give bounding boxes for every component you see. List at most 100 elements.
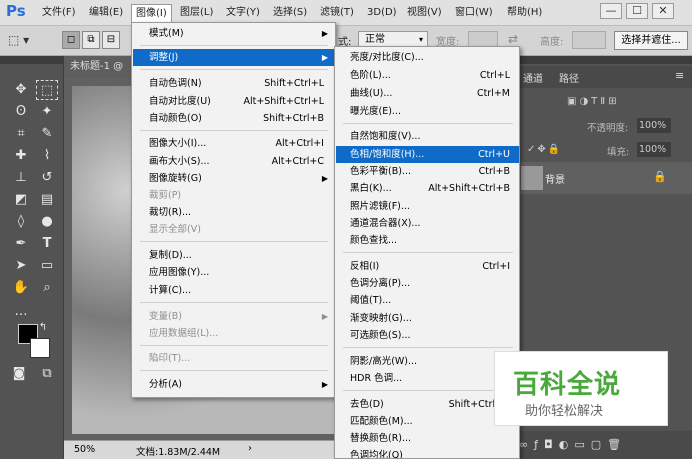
menu-edit[interactable]: 编辑(E) — [85, 4, 127, 22]
crop-tool-icon[interactable]: ⌗ — [10, 124, 32, 144]
height-field[interactable] — [572, 31, 606, 49]
lasso-tool-icon[interactable]: ʘ — [10, 102, 32, 122]
type-tool-icon[interactable]: T — [36, 234, 58, 254]
menu-select[interactable]: 选择(S) — [269, 4, 311, 22]
menu-item-hdr-toning[interactable]: HDR 色调... — [336, 370, 519, 387]
new-selection-icon[interactable]: ◻ — [62, 31, 80, 49]
menu-item-match-color[interactable]: 匹配颜色(M)... — [336, 413, 519, 430]
menu-3d[interactable]: 3D(D) — [363, 4, 401, 22]
menu-item-label: 自动色调(N) — [149, 78, 202, 89]
menu-item-exposure[interactable]: 曝光度(E)... — [336, 103, 519, 120]
eraser-tool-icon[interactable]: ◩ — [10, 190, 32, 210]
menu-help[interactable]: 帮助(H) — [503, 4, 546, 22]
menu-item-levels[interactable]: 色阶(L)... Ctrl+L — [336, 67, 519, 84]
menu-item-gradient-map[interactable]: 渐变映射(G)... — [336, 310, 519, 327]
close-button[interactable]: ✕ — [652, 3, 674, 19]
menu-item-curves[interactable]: 曲线(U)... Ctrl+M — [336, 85, 519, 102]
menu-item-image-size[interactable]: 图像大小(I)... Alt+Ctrl+I — [133, 135, 334, 152]
gradient-tool-icon[interactable]: ▤ — [36, 190, 58, 210]
menu-item-invert[interactable]: 反相(I) Ctrl+I — [336, 258, 519, 275]
menu-item-equalize[interactable]: 色调均化(Q) — [336, 447, 519, 458]
swap-icon[interactable]: ⇄ — [508, 32, 518, 46]
panel-grip[interactable] — [515, 56, 692, 64]
marquee-tool-icon[interactable]: ⬚ — [36, 80, 58, 100]
tab-channels[interactable]: 通道 — [523, 70, 543, 85]
menu-file[interactable]: 文件(F) — [38, 4, 80, 22]
marquee-tool-preset-icon[interactable]: ⬚ ▾ — [8, 31, 48, 49]
fill-field[interactable]: 100% — [637, 142, 671, 157]
menu-item-hue-saturation[interactable]: 色相/饱和度(H)... Ctrl+U — [336, 146, 519, 163]
zoom-level[interactable]: 50% — [74, 444, 95, 455]
menu-image[interactable]: 图像(I) — [131, 4, 172, 22]
layer-actions-icons[interactable]: ∞ƒ◘◐▭▢🗑 — [519, 438, 627, 451]
menu-item-vibrance[interactable]: 自然饱和度(V)... — [336, 128, 519, 145]
menu-item-desaturate[interactable]: 去色(D) Shift+Ctrl+U — [336, 396, 519, 413]
background-color-swatch[interactable] — [30, 338, 50, 358]
panel-menu-icon[interactable]: ≡ — [675, 69, 684, 82]
menu-item-mode[interactable]: 模式(M) ▶ — [133, 25, 334, 42]
menu-item-label: 计算(C)... — [149, 285, 192, 296]
lock-icons[interactable]: ✓✥🔒 — [527, 144, 562, 155]
menu-item-photo-filter[interactable]: 照片滤镜(F)... — [336, 198, 519, 215]
menu-item-channel-mixer[interactable]: 通道混合器(X)... — [336, 215, 519, 232]
more-tools-icon[interactable]: … — [10, 302, 32, 322]
menu-item-auto-contrast[interactable]: 自动对比度(U) Alt+Shift+Ctrl+L — [133, 93, 334, 110]
menu-item-posterize[interactable]: 色调分离(P)... — [336, 275, 519, 292]
hand-tool-icon[interactable]: ✋ — [10, 278, 32, 298]
height-label: 高度: — [540, 37, 564, 48]
layer-filter-icons[interactable]: ▣◑TⅡ⊞ — [567, 96, 687, 112]
subtract-selection-icon[interactable]: ⊟ — [102, 31, 120, 49]
menu-item-color-lookup[interactable]: 颜色查找... — [336, 232, 519, 249]
zoom-tool-icon[interactable]: ⌕ — [36, 278, 58, 298]
quick-mask-icon[interactable]: ◙ — [8, 364, 30, 384]
menu-window[interactable]: 窗口(W) — [451, 4, 497, 22]
menu-item-auto-color[interactable]: 自动颜色(O) Shift+Ctrl+B — [133, 110, 334, 127]
chevron-right-icon[interactable]: › — [248, 443, 252, 454]
menu-item-threshold[interactable]: 阈值(T)... — [336, 292, 519, 309]
dodge-tool-icon[interactable]: ● — [36, 212, 58, 232]
select-and-mask-button[interactable]: 选择并遮住... — [614, 31, 688, 50]
menu-item-label: 裁切(R)... — [149, 207, 192, 218]
add-selection-icon[interactable]: ⧉ — [82, 31, 100, 49]
menu-item-selective-color[interactable]: 可选颜色(S)... — [336, 327, 519, 344]
screen-mode-icon[interactable]: ⧉ — [36, 364, 58, 384]
brush-tool-icon[interactable]: ⌇ — [36, 146, 58, 166]
layer-row[interactable]: 背景 🔒 — [515, 162, 692, 194]
opacity-field[interactable]: 100% — [637, 118, 671, 133]
pen-tool-icon[interactable]: ✒ — [10, 234, 32, 254]
menu-item-duplicate[interactable]: 复制(D)... — [133, 247, 334, 264]
minimize-button[interactable]: — — [600, 3, 622, 19]
menu-view[interactable]: 视图(V) — [403, 4, 446, 22]
swap-colors-icon[interactable]: ↰ — [36, 318, 50, 338]
menu-item-analysis[interactable]: 分析(A) ▶ — [133, 376, 334, 393]
history-brush-icon[interactable]: ↺ — [36, 168, 58, 188]
toolbar-grip[interactable] — [0, 56, 64, 64]
menu-layer[interactable]: 图层(L) — [176, 4, 217, 22]
menu-item-calculations[interactable]: 计算(C)... — [133, 282, 334, 299]
menu-item-adjustments[interactable]: 调整(J) ▶ — [133, 49, 334, 66]
menu-item-auto-tone[interactable]: 自动色调(N) Shift+Ctrl+L — [133, 75, 334, 92]
stamp-tool-icon[interactable]: ⊥ — [10, 168, 32, 188]
menu-item-shadows-highlights[interactable]: 阴影/高光(W)... — [336, 353, 519, 370]
rectangle-tool-icon[interactable]: ▭ — [36, 256, 58, 276]
move-tool-icon[interactable]: ✥ — [10, 80, 32, 100]
menu-type[interactable]: 文字(Y) — [222, 4, 264, 22]
menu-item-apply-image[interactable]: 应用图像(Y)... — [133, 264, 334, 281]
menu-item-black-white[interactable]: 黑白(K)... Alt+Shift+Ctrl+B — [336, 180, 519, 197]
menu-filter[interactable]: 滤镜(T) — [316, 4, 358, 22]
menu-item-image-rotation[interactable]: 图像旋转(G) ▶ — [133, 170, 334, 187]
menu-item-canvas-size[interactable]: 画布大小(S)... Alt+Ctrl+C — [133, 153, 334, 170]
eyedropper-icon[interactable]: ✎ — [36, 124, 58, 144]
path-select-icon[interactable]: ➤ — [10, 256, 32, 276]
magic-wand-icon[interactable]: ✦ — [36, 102, 58, 122]
menu-item-trim[interactable]: 裁切(R)... — [133, 204, 334, 221]
tab-paths[interactable]: 路径 — [559, 70, 579, 85]
menu-item-replace-color[interactable]: 替换颜色(R)... — [336, 430, 519, 447]
menu-item-color-balance[interactable]: 色彩平衡(B)... Ctrl+B — [336, 163, 519, 180]
blur-tool-icon[interactable]: ◊ — [10, 212, 32, 232]
healing-brush-icon[interactable]: ✚ — [10, 146, 32, 166]
maximize-button[interactable]: ☐ — [626, 3, 648, 19]
menu-item-label: 画布大小(S)... — [149, 156, 210, 167]
photoshop-logo: Ps — [6, 2, 26, 20]
menu-item-brightness-contrast[interactable]: 亮度/对比度(C)... — [336, 49, 519, 66]
